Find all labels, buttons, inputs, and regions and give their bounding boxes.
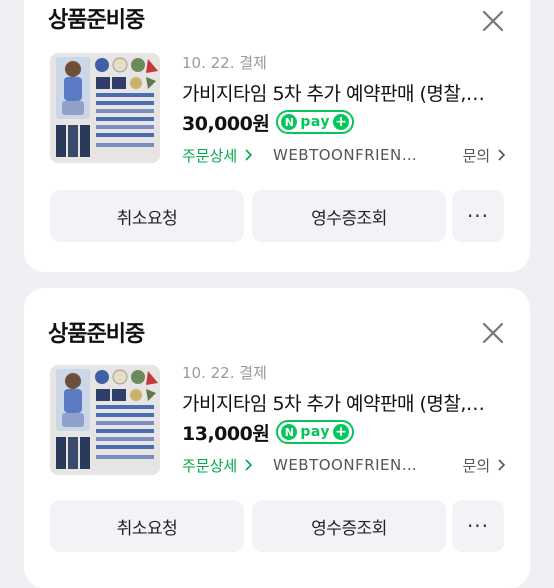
npay-label: pay [300, 424, 330, 440]
order-detail-row: 주문상세 WEBTOONFRIEN… 문의 [182, 453, 506, 477]
npay-plus-icon: + [332, 114, 349, 130]
price-row: 13,000원 N pay + [182, 419, 354, 445]
order-detail-label: 주문상세 [182, 456, 238, 475]
cancel-request-button[interactable]: 취소요청 [50, 500, 244, 552]
receipt-lookup-button[interactable]: 영수증조회 [252, 500, 446, 552]
more-options-button[interactable]: ··· [452, 500, 504, 552]
order-date: 10. 22. 결제 [182, 54, 267, 72]
close-icon[interactable] [480, 8, 506, 34]
inquiry-link[interactable]: 문의 [463, 145, 506, 166]
order-date: 10. 22. 결제 [182, 364, 267, 382]
order-status: 상품준비중 [48, 322, 145, 347]
chevron-right-icon [498, 148, 506, 161]
npay-badge: N pay + [276, 110, 354, 134]
npay-label: pay [300, 114, 330, 130]
npay-n-icon: N [281, 424, 298, 440]
product-image-icon [50, 53, 160, 163]
order-detail-link[interactable]: 주문상세 [182, 145, 253, 166]
order-price: 13,000원 [182, 422, 270, 445]
cancel-request-button[interactable]: 취소요청 [50, 190, 244, 242]
seller-name[interactable]: WEBTOONFRIEN… [273, 456, 417, 474]
receipt-lookup-button[interactable]: 영수증조회 [252, 190, 446, 242]
inquiry-label: 문의 [462, 146, 491, 165]
chevron-right-icon [245, 458, 253, 471]
inquiry-link[interactable]: 문의 [463, 455, 506, 476]
order-price: 30,000원 [182, 112, 270, 135]
product-thumbnail[interactable] [50, 365, 160, 475]
order-card: 상품준비중 10. 22. 결제 가비지타임 5차 추가 예약판매 (명찰,… … [24, 288, 530, 588]
product-name[interactable]: 가비지타임 5차 추가 예약판매 (명찰,… [182, 389, 512, 416]
chevron-right-icon [245, 148, 253, 161]
order-detail-link[interactable]: 주문상세 [182, 455, 253, 476]
product-image-icon [50, 365, 160, 475]
npay-n-icon: N [281, 114, 298, 130]
chevron-right-icon [498, 458, 506, 471]
product-thumbnail[interactable] [50, 53, 160, 163]
order-detail-label: 주문상세 [182, 146, 238, 165]
more-options-button[interactable]: ··· [452, 190, 504, 242]
order-status: 상품준비중 [48, 8, 145, 33]
npay-badge: N pay + [276, 420, 354, 444]
close-icon[interactable] [480, 320, 506, 346]
npay-plus-icon: + [332, 424, 349, 440]
order-detail-row: 주문상세 WEBTOONFRIEN… 문의 [182, 143, 506, 167]
order-card: 상품준비중 10. 22. 결제 가비지타임 5차 추가 예약판매 (명찰,… … [24, 0, 530, 272]
price-row: 30,000원 N pay + [182, 109, 354, 135]
inquiry-label: 문의 [462, 456, 491, 475]
seller-name[interactable]: WEBTOONFRIEN… [273, 146, 417, 164]
product-name[interactable]: 가비지타임 5차 추가 예약판매 (명찰,… [182, 79, 512, 106]
